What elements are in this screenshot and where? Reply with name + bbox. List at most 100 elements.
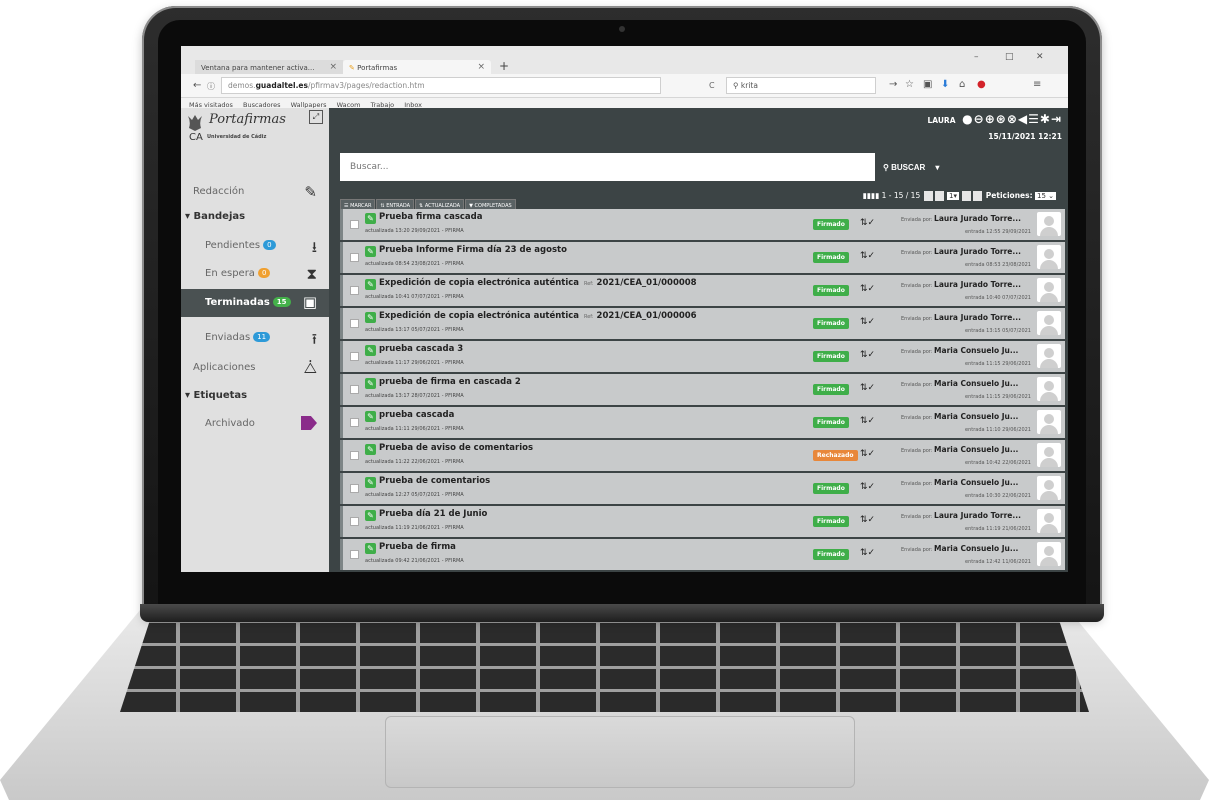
search-input[interactable]	[340, 153, 875, 181]
row-sent-by: Enviada por: Laura Jurado Torre...	[901, 511, 1021, 520]
sort-check-icon[interactable]: ⇅✓	[860, 515, 875, 525]
zoom-out-icon[interactable]: ⊖	[974, 112, 985, 126]
status-badge: Firmado	[813, 417, 849, 428]
row-title[interactable]: Expedición de copia electrónica auténtic…	[379, 311, 697, 321]
table-row[interactable]: ✎ Prueba firma cascada actualizada 13:20 2…	[340, 209, 1065, 240]
row-checkbox[interactable]	[350, 319, 359, 328]
bookmark-star-icon[interactable]: ☆	[905, 79, 914, 90]
last-page-button[interactable]	[973, 191, 983, 201]
sidebar-group-etiquetas[interactable]: ▾ Etiquetas	[181, 386, 329, 408]
table-row[interactable]: ✎ Expedición de copia electrónica auténti…	[340, 275, 1065, 306]
row-checkbox[interactable]	[350, 352, 359, 361]
row-checkbox[interactable]	[350, 385, 359, 394]
logout-icon[interactable]: ⇥	[1051, 112, 1062, 126]
sidebar-item-redaccion[interactable]: Redacción ✎	[181, 182, 329, 204]
filters-icon[interactable]: ☰	[1028, 112, 1040, 126]
search-button[interactable]: ⚲ BUSCAR ▾	[877, 153, 959, 181]
row-title[interactable]: prueba cascada 3	[379, 344, 463, 354]
sort-check-icon[interactable]: ⇅✓	[860, 548, 875, 558]
sidebar-item-enviadas[interactable]: Enviadas 11 ⭱	[181, 328, 329, 350]
row-checkbox[interactable]	[350, 418, 359, 427]
row-checkbox[interactable]	[350, 286, 359, 295]
sort-check-icon[interactable]: ⇅✓	[860, 317, 875, 327]
close-window-icon[interactable]: ✕	[1036, 52, 1044, 62]
table-row[interactable]: ✎ Prueba Informe Firma día 23 de agosto ac…	[340, 242, 1065, 273]
minimize-icon[interactable]: –	[974, 52, 979, 62]
sort-check-icon[interactable]: ⇅✓	[860, 449, 875, 459]
adblock-icon[interactable]: ●	[977, 79, 986, 90]
table-row[interactable]: ✎ prueba cascada 3 actualizada 11:17 29/06…	[340, 341, 1065, 372]
sort-check-icon[interactable]: ⇅✓	[860, 350, 875, 360]
back-icon[interactable]: ←	[193, 80, 201, 91]
row-checkbox[interactable]	[350, 550, 359, 559]
clipboard-icon[interactable]: ▣	[923, 79, 932, 90]
row-checkbox[interactable]	[350, 220, 359, 229]
sidebar-item-pendientes[interactable]: Pendientes 0 ⭳	[181, 236, 329, 258]
collapse-sidebar-button[interactable]: ⤢	[309, 110, 323, 124]
row-title[interactable]: Prueba de comentarios	[379, 476, 490, 486]
row-checkbox[interactable]	[350, 517, 359, 526]
announce-icon[interactable]: ◀	[1018, 112, 1028, 126]
sent-label: Enviada por:	[901, 250, 933, 256]
page-select[interactable]: 1▾	[947, 192, 959, 200]
url-input[interactable]: demos.guadaltel.es/pfirmav3/pages/redact…	[221, 77, 661, 94]
close-icon[interactable]: ×	[477, 62, 485, 72]
home-icon[interactable]: ⌂	[959, 79, 965, 90]
sort-check-icon[interactable]: ⇅✓	[860, 284, 875, 294]
export-csv-icon[interactable]: ▮	[875, 191, 879, 200]
sidebar-item-terminadas[interactable]: Terminadas 15 ▣	[181, 289, 329, 317]
row-title[interactable]: Prueba firma cascada	[379, 212, 483, 222]
sidebar-item-espera[interactable]: En espera 0 ⧗	[181, 264, 329, 286]
sidebar-item-text: Terminadas	[205, 297, 270, 308]
sort-check-icon[interactable]: ⇅✓	[860, 416, 875, 426]
sidebar-item-aplicaciones[interactable]: Aplicaciones ⧊	[181, 358, 329, 380]
maximize-icon[interactable]: □	[1005, 52, 1014, 62]
row-ref: 2021/CEA_01/000008	[596, 278, 697, 288]
reload-icon[interactable]: C	[709, 81, 715, 90]
table-row[interactable]: ✎ prueba de firma en cascada 2 actualizada…	[340, 374, 1065, 405]
table-row[interactable]: ✎ Prueba de firma actualizada 09:42 21/06/…	[340, 539, 1065, 570]
download-icon[interactable]: ⬇	[941, 79, 949, 90]
row-title[interactable]: Prueba día 21 de Junio	[379, 509, 487, 519]
sort-check-icon[interactable]: ⇅✓	[860, 482, 875, 492]
first-page-button[interactable]	[923, 191, 933, 201]
caret-down-icon[interactable]: ▾	[935, 163, 939, 172]
forward-icon[interactable]: →	[889, 79, 897, 90]
sort-check-icon[interactable]: ⇅✓	[860, 251, 875, 261]
browser-search-input[interactable]: ⚲ krita	[726, 77, 876, 94]
sort-check-icon[interactable]: ⇅✓	[860, 218, 875, 228]
info-icon[interactable]: ⓘ	[207, 81, 215, 92]
next-page-button[interactable]	[962, 191, 972, 201]
row-title[interactable]: prueba cascada	[379, 410, 454, 420]
tab-label: Portafirmas	[357, 64, 398, 72]
row-checkbox[interactable]	[350, 253, 359, 262]
sidebar-item-archivado[interactable]: Archivado	[181, 414, 329, 436]
row-title[interactable]: prueba de firma en cascada 2	[379, 377, 521, 387]
row-entry-date: entrada 11:10 29/06/2021	[965, 427, 1031, 433]
peticiones-select[interactable]: 15 ⌄	[1034, 192, 1056, 200]
row-title[interactable]: Prueba de firma	[379, 542, 456, 552]
table-row[interactable]: ✎ Prueba día 21 de Junio actualizada 11:19…	[340, 506, 1065, 537]
table-row[interactable]: ✎ prueba cascada actualizada 11:11 29/06/2…	[340, 407, 1065, 438]
prev-page-button[interactable]	[934, 191, 944, 201]
menu-icon[interactable]: ≡	[1033, 79, 1041, 90]
sidebar-group-bandejas[interactable]: ▾ Bandejas	[181, 207, 329, 229]
help-icon[interactable]: ⊛	[996, 112, 1007, 126]
support-icon[interactable]: ⊗	[1007, 112, 1018, 126]
row-title[interactable]: Prueba Informe Firma día 23 de agosto	[379, 245, 567, 255]
settings-icon[interactable]: ✱	[1040, 112, 1051, 126]
new-tab-icon[interactable]: +	[499, 59, 509, 73]
table-row[interactable]: ✎ Expedición de copia electrónica auténti…	[340, 308, 1065, 339]
count-badge: 0	[257, 268, 271, 278]
row-title[interactable]: Expedición de copia electrónica auténtic…	[379, 278, 697, 288]
zoom-in-icon[interactable]: ⊕	[985, 112, 996, 126]
close-icon[interactable]: ×	[329, 62, 337, 72]
table-row[interactable]: ✎ Prueba de aviso de comentarios actualiza…	[340, 440, 1065, 471]
row-title[interactable]: Prueba de aviso de comentarios	[379, 443, 533, 453]
sidebar-item-label: Enviadas 11	[205, 332, 271, 343]
row-checkbox[interactable]	[350, 484, 359, 493]
table-row[interactable]: ✎ Prueba de comentarios actualizada 12:27 …	[340, 473, 1065, 504]
sort-check-icon[interactable]: ⇅✓	[860, 383, 875, 393]
user-icon[interactable]: ●	[962, 112, 973, 126]
row-checkbox[interactable]	[350, 451, 359, 460]
